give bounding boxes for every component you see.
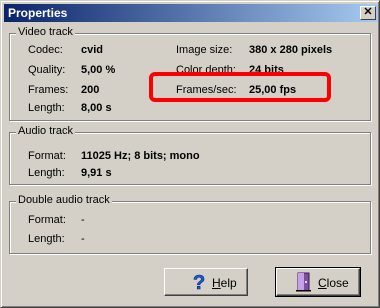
double-audio-length-label: Length: [28, 233, 65, 245]
frames-value: 200 [81, 84, 100, 96]
help-question-icon: ? [191, 272, 209, 295]
audio-length-value: 9,91 s [81, 167, 112, 179]
audio-length-label: Length: [28, 167, 65, 179]
svg-text:?: ? [193, 272, 205, 292]
close-button-label: Close [318, 276, 349, 290]
double-audio-length-value: - [81, 233, 85, 245]
help-button-label: Help [212, 276, 237, 290]
audio-format-label: Format: [28, 150, 66, 162]
double-audio-format-value: - [81, 214, 85, 226]
quality-label: Quality: [28, 64, 66, 76]
double-audio-track-legend: Double audio track [16, 194, 112, 206]
double-audio-track-group: Double audio track [9, 194, 371, 254]
help-button[interactable]: ? Help [164, 268, 248, 296]
quality-value: 5,00 % [81, 64, 116, 76]
double-audio-format-label: Format: [28, 214, 66, 226]
audio-format-value: 11025 Hz; 8 bits; mono [81, 150, 200, 162]
video-track-legend: Video track [16, 26, 75, 38]
frames-label: Frames: [28, 84, 69, 96]
close-button[interactable]: Close [275, 267, 361, 297]
codec-value: cvid [81, 44, 104, 56]
audio-track-legend: Audio track [16, 125, 76, 137]
fps-highlight-box [149, 72, 331, 102]
codec-label: Codec: [28, 44, 63, 56]
video-length-label: Length: [28, 102, 65, 114]
window-title: Properties [8, 6, 68, 20]
image-size-label: Image size: [176, 44, 233, 56]
video-length-value: 8,00 s [81, 102, 112, 114]
close-door-icon [295, 272, 313, 295]
close-x-icon[interactable]: ✕ [360, 6, 376, 20]
title-bar[interactable]: Properties ✕ [4, 4, 378, 22]
properties-window: Properties ✕ Video track Codec: cvid Qua… [0, 0, 380, 308]
image-size-value: 380 x 280 pixels [249, 44, 333, 56]
